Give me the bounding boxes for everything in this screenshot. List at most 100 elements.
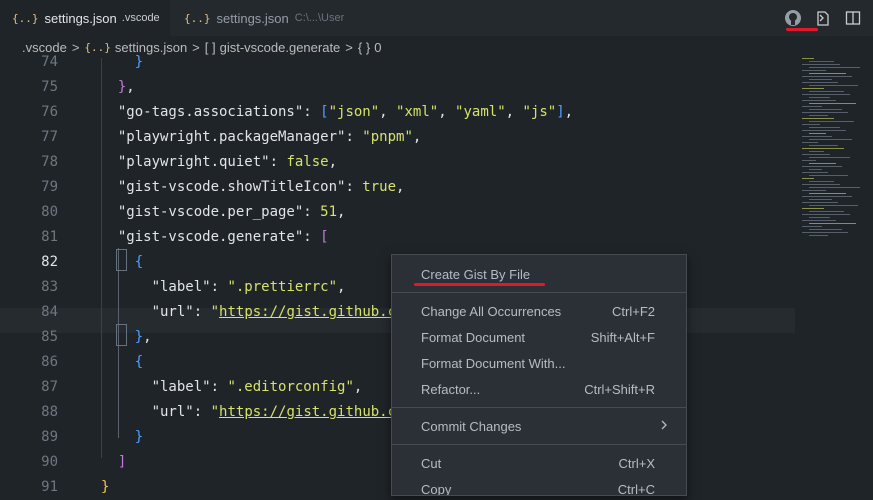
minimap-line	[802, 112, 848, 113]
line-number: 80	[41, 204, 58, 220]
minimap-line	[809, 85, 858, 86]
menu-item-label: Cut	[421, 455, 442, 471]
menu-item[interactable]: Copy Ctrl+C	[392, 476, 686, 496]
code-line[interactable]: 78 "playwright.quiet": false,	[0, 150, 795, 175]
open-settings-icon[interactable]	[813, 8, 833, 28]
context-menu: Create Gist By File Change All Occurrence…	[391, 254, 687, 496]
tab-settings-json-user[interactable]: {..} settings.json C:\...\User	[172, 0, 344, 36]
line-number: 87	[41, 379, 58, 395]
minimap[interactable]	[798, 58, 873, 258]
code-token: :	[210, 279, 228, 295]
code-token: ,	[126, 79, 135, 95]
line-code: "gist-vscode.showTitleIcon": true,	[101, 175, 405, 200]
code-token: https://gist.github.com	[219, 404, 413, 420]
menu-item[interactable]: Format Document With...	[392, 350, 686, 376]
code-token: ]	[117, 454, 127, 470]
menu-item-shortcut: Ctrl+F2	[612, 303, 655, 319]
line-number: 82	[41, 254, 58, 270]
line-code: },	[101, 325, 152, 350]
line-number: 78	[41, 154, 58, 170]
code-token: ]	[556, 104, 565, 120]
menu-item[interactable]: Commit Changes	[392, 413, 686, 439]
line-number: 83	[41, 279, 58, 295]
code-line[interactable]: 75 },	[0, 75, 795, 100]
minimap-line	[809, 163, 836, 164]
line-code: {	[101, 350, 143, 375]
menu-item[interactable]: Refactor... Ctrl+Shift+R	[392, 376, 686, 402]
line-number: 75	[41, 79, 58, 95]
code-token: ,	[143, 329, 152, 345]
code-token: "go-tags.associations"	[117, 104, 304, 120]
minimap-line	[802, 220, 836, 221]
split-editor-icon[interactable]	[843, 8, 863, 28]
menu-item[interactable]: Format Document Shift+Alt+F	[392, 324, 686, 350]
menu-item-label: Refactor...	[421, 381, 481, 397]
minimap-line	[809, 235, 828, 236]
menu-item-label: Copy	[421, 481, 452, 496]
code-token: "js"	[522, 104, 557, 120]
code-token: :	[345, 179, 363, 195]
line-number: 77	[41, 129, 58, 145]
code-token: "xml"	[396, 104, 439, 120]
minimap-line	[809, 127, 840, 128]
minimap-line	[802, 154, 830, 155]
line-number: 84	[41, 304, 58, 320]
github-icon[interactable]	[783, 8, 803, 28]
minimap-line	[802, 214, 850, 215]
code-token: ,	[412, 129, 422, 145]
minimap-line	[809, 229, 842, 230]
code-token: ,	[379, 104, 397, 120]
code-token: true	[362, 179, 397, 195]
code-token: ,	[337, 279, 346, 295]
annotation-underline-icon	[414, 283, 545, 286]
code-token: "url"	[151, 304, 194, 320]
line-number: 76	[41, 104, 58, 120]
line-number: 86	[41, 354, 58, 370]
line-number: 89	[41, 429, 58, 445]
line-code: "label": ".prettierrc",	[101, 275, 346, 300]
minimap-line	[809, 157, 850, 158]
menu-separator	[392, 444, 686, 445]
menu-item-label: Commit Changes	[421, 418, 522, 434]
code-token: :	[210, 379, 228, 395]
minimap-line	[802, 142, 818, 143]
code-line[interactable]: 76 "go-tags.associations": ["json", "xml…	[0, 100, 795, 125]
minimap-line	[802, 160, 816, 161]
minimap-line	[802, 226, 822, 227]
code-token: ".editorconfig"	[227, 379, 354, 395]
line-code: "playwright.packageManager": "pnpm",	[101, 125, 421, 150]
code-token: false	[286, 154, 329, 170]
code-token: :	[303, 204, 321, 220]
tab-settings-json-vscode[interactable]: {..} settings.json .vscode	[0, 0, 170, 36]
line-number: 74	[41, 54, 58, 70]
code-line[interactable]: 80 "gist-vscode.per_page": 51,	[0, 200, 795, 225]
minimap-line	[802, 88, 824, 89]
minimap-line	[809, 205, 858, 206]
menu-item-label: Format Document	[421, 329, 526, 345]
code-token: :	[303, 229, 321, 245]
minimap-line	[809, 169, 822, 170]
minimap-line	[802, 202, 838, 203]
minimap-line	[802, 70, 826, 71]
code-line[interactable]: 74 }	[0, 50, 795, 75]
code-line[interactable]: 79 "gist-vscode.showTitleIcon": true,	[0, 175, 795, 200]
menu-item[interactable]: Cut Ctrl+X	[392, 450, 686, 476]
minimap-line	[809, 133, 826, 134]
code-token: "url"	[151, 404, 194, 420]
code-token: [	[320, 104, 329, 120]
code-line[interactable]: 81 "gist-vscode.generate": [	[0, 225, 795, 250]
menu-item[interactable]: Change All Occurrences Ctrl+F2	[392, 298, 686, 324]
minimap-line	[809, 145, 838, 146]
code-line[interactable]: 77 "playwright.packageManager": "pnpm",	[0, 125, 795, 150]
minimap-line	[802, 64, 840, 65]
